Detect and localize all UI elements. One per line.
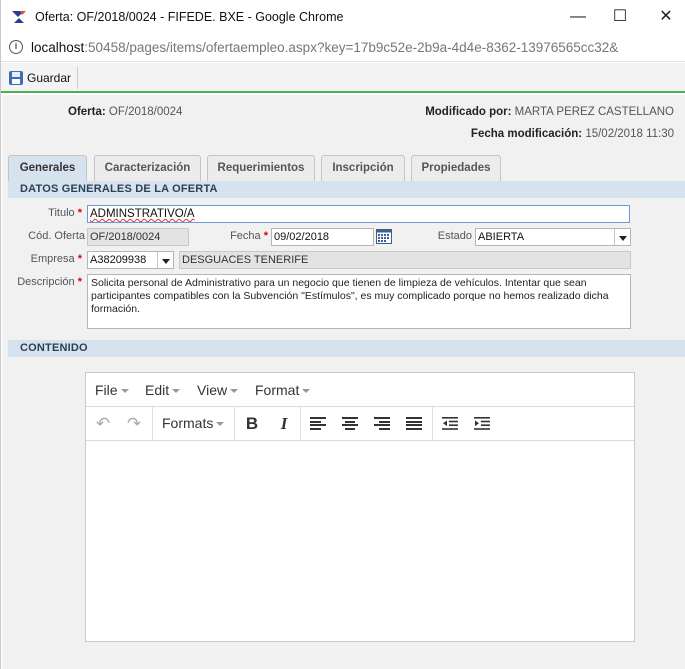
chevron-down-icon[interactable] xyxy=(157,252,173,268)
toolbar-separator xyxy=(152,407,153,441)
caret-down-icon xyxy=(230,389,239,394)
section-datos-generales: DATOS GENERALES DE LA OFERTA xyxy=(8,181,685,198)
estado-value: ABIERTA xyxy=(478,231,525,243)
oferta-header-label: Oferta: xyxy=(68,106,106,118)
address-bar[interactable]: i localhost:50458/pages/items/ofertaempl… xyxy=(1,34,685,62)
required-mark: * xyxy=(77,207,82,219)
descripcion-label: Descripción * xyxy=(12,276,82,288)
caret-down-icon xyxy=(216,422,225,427)
required-mark: * xyxy=(77,253,82,265)
url-host: localhost xyxy=(31,40,85,55)
url-text[interactable]: localhost:50458/pages/items/ofertaempleo… xyxy=(31,40,618,55)
descripcion-textarea[interactable]: Solicita personal de Administrativo para… xyxy=(87,274,631,329)
titulo-input[interactable]: ADMINSTRATIVO/A xyxy=(87,205,630,223)
oferta-header: Oferta: OF/2018/0024 xyxy=(68,106,182,118)
toolbar-separator xyxy=(234,407,235,441)
close-button[interactable]: ✕ xyxy=(646,4,685,30)
page-toolbar: Guardar xyxy=(1,63,685,93)
menu-view[interactable]: View xyxy=(197,382,239,398)
required-mark: * xyxy=(77,276,82,288)
undo-icon[interactable]: ↶ xyxy=(92,414,114,434)
content-area: Oferta: OF/2018/0024 Modificado por: MAR… xyxy=(2,95,685,669)
toolbar-separator xyxy=(300,407,301,441)
caret-down-icon xyxy=(172,389,181,394)
oferta-header-value: OF/2018/0024 xyxy=(108,106,183,118)
bold-icon[interactable]: B xyxy=(241,414,263,434)
modificado-label: Modificado por: xyxy=(425,106,512,118)
menu-view-label: View xyxy=(197,382,228,398)
maximize-button[interactable]: ☐ xyxy=(600,4,640,30)
fecha-mod-label: Fecha modificación: xyxy=(470,128,583,140)
calendar-icon[interactable] xyxy=(376,228,392,244)
formats-dropdown[interactable]: Formats xyxy=(162,415,225,431)
empresa-label-text: Empresa xyxy=(30,253,75,265)
indent-icon[interactable] xyxy=(474,417,490,430)
italic-icon[interactable]: I xyxy=(273,414,295,434)
tab-generales[interactable]: Generales xyxy=(8,155,87,182)
tab-inscripcion[interactable]: Inscripción xyxy=(321,155,405,181)
outdent-icon[interactable] xyxy=(442,417,458,430)
url-path: :50458/pages/items/ofertaempleo.aspx?key… xyxy=(84,40,619,55)
chevron-down-icon[interactable] xyxy=(614,229,630,245)
fecha-input[interactable]: 09/02/2018 xyxy=(271,228,374,246)
titulo-label-text: Titulo xyxy=(48,207,75,219)
estado-select[interactable]: ABIERTA xyxy=(475,228,631,246)
titulo-value: ADMINSTRATIVO/A xyxy=(90,208,195,220)
editor-body[interactable] xyxy=(86,442,634,641)
estado-label: Estado xyxy=(437,230,472,242)
redo-icon[interactable]: ↷ xyxy=(123,414,145,434)
info-icon[interactable]: i xyxy=(9,40,23,54)
required-mark: * xyxy=(263,230,268,242)
descripcion-label-text: Descripción xyxy=(17,276,75,288)
caret-down-icon xyxy=(120,389,129,394)
save-label: Guardar xyxy=(27,71,72,85)
empresa-name-field: DESGUACES TENERIFE xyxy=(179,251,631,269)
cod-oferta-field: OF/2018/0024 xyxy=(87,228,189,246)
menu-edit-label: Edit xyxy=(145,382,170,398)
empresa-label: Empresa * xyxy=(12,253,82,265)
caret-down-icon xyxy=(302,389,311,394)
align-center-icon[interactable] xyxy=(342,417,358,431)
menu-file-label: File xyxy=(95,382,118,398)
toolbar-separator xyxy=(432,407,433,441)
empresa-code: A38209938 xyxy=(90,254,147,266)
formats-label: Formats xyxy=(162,415,214,431)
app-logo-icon xyxy=(12,11,26,23)
menu-format-label: Format xyxy=(255,382,300,398)
empresa-select[interactable]: A38209938 xyxy=(87,251,174,269)
rich-text-editor: File Edit View Format ↶ ↷ Formats B I xyxy=(85,372,635,642)
fecha-label: Fecha * xyxy=(202,230,268,242)
cod-oferta-label: Cód. Oferta xyxy=(28,230,85,242)
modificado-value: MARTA PEREZ CASTELLANO xyxy=(514,106,674,118)
save-button[interactable]: Guardar xyxy=(7,67,79,89)
fecha-mod-value: 15/02/2018 11:30 xyxy=(585,128,674,140)
tab-propiedades[interactable]: Propiedades xyxy=(411,155,501,181)
editor-menubar: File Edit View Format xyxy=(86,373,634,407)
align-left-icon[interactable] xyxy=(310,417,326,431)
align-justify-icon[interactable] xyxy=(406,417,422,431)
window-title: Oferta: OF/2018/0024 - FIFEDE. BXE - Goo… xyxy=(35,10,344,24)
modificado-por: Modificado por: MARTA PEREZ CASTELLANO xyxy=(425,106,674,118)
fecha-modificacion: Fecha modificación: 15/02/2018 11:30 xyxy=(471,128,674,140)
section-contenido: CONTENIDO xyxy=(8,340,685,357)
minimize-button[interactable]: — xyxy=(558,4,598,30)
fecha-label-text: Fecha xyxy=(230,230,261,242)
floppy-disk-icon xyxy=(9,71,23,85)
titulo-label: Titulo * xyxy=(12,207,82,219)
tab-caracterizacion[interactable]: Caracterización xyxy=(94,155,201,181)
browser-window: Oferta: OF/2018/0024 - FIFEDE. BXE - Goo… xyxy=(0,0,685,669)
menu-edit[interactable]: Edit xyxy=(145,382,181,398)
align-right-icon[interactable] xyxy=(374,417,390,431)
menu-format[interactable]: Format xyxy=(255,382,311,398)
tab-requerimientos[interactable]: Requerimientos xyxy=(207,155,315,181)
title-bar: Oferta: OF/2018/0024 - FIFEDE. BXE - Goo… xyxy=(1,0,685,34)
editor-toolbar: ↶ ↷ Formats B I xyxy=(86,407,634,441)
menu-file[interactable]: File xyxy=(95,382,129,398)
